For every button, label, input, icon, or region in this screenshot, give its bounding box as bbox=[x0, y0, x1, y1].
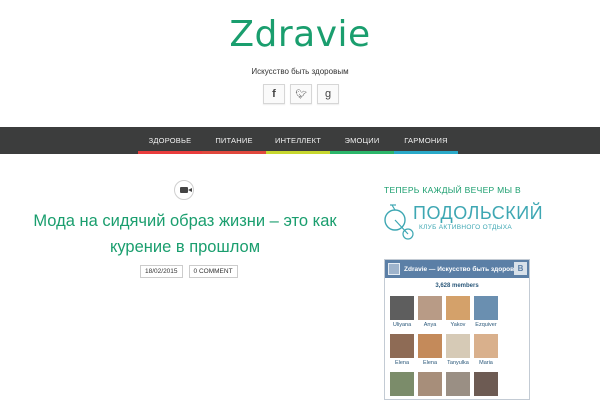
avatar bbox=[446, 334, 470, 358]
google-plus-icon: g bbox=[324, 88, 332, 100]
nav-item-color-bar bbox=[394, 151, 458, 154]
avatar bbox=[502, 296, 526, 320]
facebook-button[interactable]: f bbox=[263, 84, 285, 104]
vk-member[interactable]: Tanyulka bbox=[445, 334, 471, 366]
vk-member-name: Elena bbox=[422, 360, 438, 366]
nav-item[interactable]: ЗДОРОВЬЕ bbox=[138, 127, 202, 154]
vk-member-name: Anya bbox=[423, 322, 437, 328]
nav-item-label: ЭМОЦИИ bbox=[344, 136, 380, 145]
post-title[interactable]: Мода на сидячий образ жизни – это как ку… bbox=[20, 208, 350, 260]
vk-widget-header[interactable]: Zdravie — Искусство быть здоровым В bbox=[385, 260, 529, 278]
vk-member-name: Elena bbox=[394, 360, 410, 366]
vk-member[interactable]: Anya bbox=[417, 296, 443, 328]
nav-item-label: ЗДОРОВЬЕ bbox=[148, 136, 192, 145]
nav-item-color-bar bbox=[202, 151, 266, 154]
vk-member[interactable]: Yakov bbox=[445, 296, 471, 328]
vk-member-name: Yakov bbox=[450, 322, 466, 328]
vk-member-name: Maria bbox=[479, 360, 493, 366]
avatar bbox=[446, 372, 470, 396]
post-comments-link[interactable]: 0 COMMENT bbox=[188, 265, 238, 278]
twitter-button[interactable]: 🐦︎ bbox=[290, 84, 312, 104]
post-date[interactable]: 18/02/2015 bbox=[140, 265, 183, 278]
vk-member-name: Uliyana bbox=[392, 322, 412, 328]
vk-member[interactable] bbox=[417, 372, 443, 398]
site-header: Zdravie Искусство быть здоровым f 🐦︎ g bbox=[0, 0, 600, 126]
nav-item-label: ИНТЕЛЛЕКТ bbox=[275, 136, 321, 145]
avatar bbox=[418, 334, 442, 358]
vk-member[interactable] bbox=[445, 372, 471, 398]
vk-member[interactable]: Elena bbox=[417, 334, 443, 366]
vk-group-avatar bbox=[388, 263, 400, 275]
vk-member-name: Tanyulka bbox=[447, 360, 469, 366]
bicycle-icon bbox=[384, 204, 414, 240]
vk-member[interactable]: Maria bbox=[473, 334, 499, 366]
vk-member[interactable] bbox=[501, 372, 527, 398]
vk-member[interactable]: Uliyana bbox=[389, 296, 415, 328]
avatar bbox=[474, 334, 498, 358]
vk-members-grid: Uliyana Anya Yakov Ezquiver Elena Elena Tanyul… bbox=[389, 296, 527, 398]
avatar bbox=[474, 372, 498, 396]
avatar bbox=[502, 372, 526, 396]
nav-item-color-bar bbox=[138, 151, 202, 154]
facebook-icon: f bbox=[272, 88, 276, 100]
avatar bbox=[418, 296, 442, 320]
club-subtitle: КЛУБ АКТИВНОГО ОТДЫХА bbox=[419, 224, 513, 231]
video-camera-icon[interactable] bbox=[174, 180, 194, 200]
vk-member-name: Ezquiver bbox=[475, 322, 497, 328]
vk-member[interactable] bbox=[473, 372, 499, 398]
vk-members-count: 3,628 members bbox=[435, 283, 479, 289]
google-plus-button[interactable]: g bbox=[317, 84, 339, 104]
avatar bbox=[418, 372, 442, 396]
nav-item-label: ГАРМОНИЯ bbox=[404, 136, 448, 145]
avatar bbox=[390, 372, 414, 396]
nav-item-label: ПИТАНИЕ bbox=[215, 136, 253, 145]
vk-member[interactable] bbox=[501, 334, 527, 366]
avatar bbox=[502, 334, 526, 358]
avatar bbox=[390, 334, 414, 358]
nav-item[interactable]: ЭМОЦИИ bbox=[330, 127, 394, 154]
post-meta: 18/02/2015 0 COMMENT bbox=[140, 265, 238, 278]
avatar bbox=[446, 296, 470, 320]
social-links: f 🐦︎ g bbox=[263, 84, 339, 104]
vk-member[interactable]: Elena bbox=[389, 334, 415, 366]
promo-text: ТЕПЕРЬ КАЖДЫЙ ВЕЧЕР МЫ В bbox=[384, 185, 522, 195]
nav-item[interactable]: ПИТАНИЕ bbox=[202, 127, 266, 154]
avatar bbox=[474, 296, 498, 320]
club-banner[interactable]: ПОДОЛЬСКИЙ КЛУБ АКТИВНОГО ОТДЫХА bbox=[384, 202, 544, 242]
main-navigation: ЗДОРОВЬЕ ПИТАНИЕ ИНТЕЛЛЕКТ ЭМОЦИИ ГАРМОНИЯ bbox=[0, 127, 600, 154]
vk-logo-icon: В bbox=[514, 262, 527, 275]
nav-item-color-bar bbox=[266, 151, 330, 154]
nav-item-color-bar bbox=[330, 151, 394, 154]
site-title[interactable]: Zdravie bbox=[0, 14, 600, 55]
nav-item[interactable]: ИНТЕЛЛЕКТ bbox=[266, 127, 330, 154]
nav-item[interactable]: ГАРМОНИЯ bbox=[394, 127, 458, 154]
site-tagline: Искусство быть здоровым bbox=[251, 67, 349, 76]
club-name: ПОДОЛЬСКИЙ bbox=[413, 203, 544, 223]
avatar bbox=[390, 296, 414, 320]
vk-community-widget: Zdravie — Искусство быть здоровым В 3,62… bbox=[384, 259, 530, 400]
twitter-icon: 🐦︎ bbox=[295, 88, 307, 99]
vk-group-title: Zdravie — Искусство быть здоровым bbox=[404, 265, 525, 273]
vk-member[interactable] bbox=[389, 372, 415, 398]
vk-member[interactable]: Ezquiver bbox=[473, 296, 499, 328]
vk-member[interactable] bbox=[501, 296, 527, 328]
